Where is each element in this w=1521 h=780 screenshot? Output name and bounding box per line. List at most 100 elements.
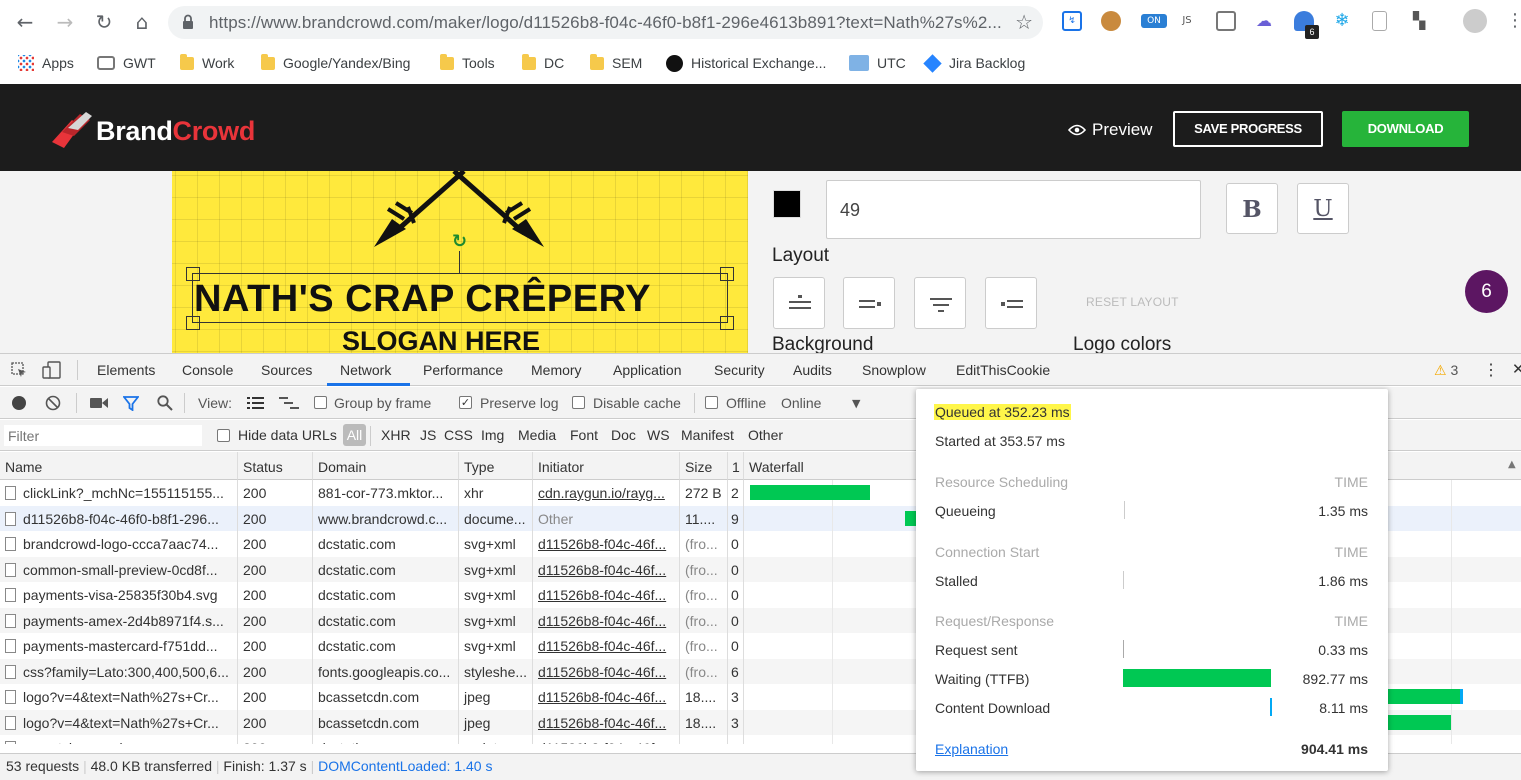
- warnings-counter[interactable]: ⚠ 3: [1434, 362, 1458, 379]
- cell-initiator[interactable]: d11526b8-f04c-46f...: [533, 735, 680, 744]
- layout-center-button[interactable]: [773, 277, 825, 329]
- tab-editthiscookie[interactable]: EditThisCookie: [956, 362, 1050, 378]
- explanation-link[interactable]: Explanation: [935, 741, 1008, 757]
- overview-icon[interactable]: [279, 397, 299, 409]
- cell-initiator[interactable]: d11526b8-f04c-46f...: [533, 684, 680, 710]
- tab-audits[interactable]: Audits: [793, 362, 832, 378]
- filter-ws[interactable]: WS: [647, 427, 670, 443]
- profile-avatar-icon[interactable]: [1463, 9, 1487, 33]
- logo-brand-name-text[interactable]: NATH'S CRAP CRÊPERY: [194, 278, 651, 321]
- bookmark-utc[interactable]: UTC: [849, 53, 906, 73]
- column-header-status[interactable]: Status: [238, 452, 313, 480]
- tab-security[interactable]: Security: [714, 362, 765, 378]
- notification-badge[interactable]: 6: [1465, 270, 1508, 313]
- layout-left-button[interactable]: [843, 277, 895, 329]
- address-bar[interactable]: https://www.brandcrowd.com/maker/logo/d1…: [168, 6, 1043, 39]
- reset-layout-button[interactable]: RESET LAYOUT: [1086, 295, 1179, 309]
- column-header-name[interactable]: Name: [0, 452, 238, 480]
- bookmark-apps[interactable]: Apps: [18, 53, 74, 73]
- bold-button[interactable]: B: [1226, 183, 1278, 234]
- cell-initiator[interactable]: d11526b8-f04c-46f...: [533, 658, 680, 684]
- filter-doc[interactable]: Doc: [611, 427, 636, 443]
- column-header-domain[interactable]: Domain: [313, 452, 459, 480]
- cell-initiator[interactable]: d11526b8-f04c-46f...: [533, 531, 680, 557]
- tab-performance[interactable]: Performance: [423, 362, 503, 378]
- bookmark-gwt[interactable]: GWT: [97, 53, 156, 73]
- tab-network[interactable]: Network: [340, 362, 391, 378]
- filter-xhr[interactable]: XHR: [381, 427, 411, 443]
- waterfall-bar[interactable]: [750, 485, 870, 500]
- cookie-icon[interactable]: [1101, 11, 1121, 31]
- column-header-type[interactable]: Type: [459, 452, 533, 480]
- tab-sources[interactable]: Sources: [261, 362, 312, 378]
- tab-memory[interactable]: Memory: [531, 362, 582, 378]
- throttling-select[interactable]: Online: [781, 395, 821, 411]
- image-icon[interactable]: [1216, 11, 1236, 31]
- waterfall-bar[interactable]: [1388, 715, 1451, 730]
- home-icon[interactable]: ⌂: [130, 10, 154, 34]
- cell-initiator[interactable]: Other: [533, 505, 680, 531]
- cell-initiator[interactable]: d11526b8-f04c-46f...: [533, 607, 680, 633]
- filter-img[interactable]: Img: [481, 427, 504, 443]
- download-button[interactable]: DOWNLOAD: [1342, 111, 1469, 147]
- text-color-swatch[interactable]: [773, 190, 801, 218]
- rotate-handle-icon[interactable]: ↻: [452, 231, 467, 252]
- forward-arrow-icon[interactable]: →: [53, 10, 77, 34]
- bookmark-work[interactable]: Work: [180, 53, 234, 73]
- brand-logo-text[interactable]: BrandCrowd: [96, 116, 255, 147]
- extension-on-icon[interactable]: ON: [1141, 14, 1167, 28]
- preserve-log-checkbox[interactable]: ✓: [459, 396, 472, 409]
- bookmark-historical-exchange[interactable]: Historical Exchange...: [666, 53, 826, 73]
- tab-application[interactable]: Application: [613, 362, 682, 378]
- record-icon[interactable]: [12, 396, 26, 410]
- filter-font[interactable]: Font: [570, 427, 598, 443]
- column-header-initiator[interactable]: Initiator: [533, 452, 680, 480]
- screenshot-camera-icon[interactable]: [90, 397, 108, 409]
- filter-funnel-icon[interactable]: [123, 396, 139, 411]
- offline-checkbox[interactable]: [705, 396, 718, 409]
- layout-right-button[interactable]: [985, 277, 1037, 329]
- waterfall-bar[interactable]: [1388, 689, 1460, 704]
- menu-kebab-icon[interactable]: ⋮: [1506, 11, 1521, 31]
- filter-manifest[interactable]: Manifest: [681, 427, 734, 443]
- resize-handle-bottom-right[interactable]: [720, 316, 734, 330]
- logo-slogan-text[interactable]: SLOGAN HERE: [342, 326, 540, 353]
- cell-initiator[interactable]: d11526b8-f04c-46f...: [533, 556, 680, 582]
- page-icon[interactable]: [1372, 11, 1387, 31]
- filter-input[interactable]: [4, 425, 202, 446]
- devtools-menu-icon[interactable]: ⋮: [1483, 360, 1499, 380]
- tab-snowplow[interactable]: Snowplow: [862, 362, 926, 378]
- filter-all[interactable]: All: [343, 424, 366, 446]
- cell-initiator[interactable]: d11526b8-f04c-46f...: [533, 582, 680, 608]
- bookmark-star-icon[interactable]: ☆: [1015, 10, 1033, 34]
- snowflake-icon[interactable]: ❄: [1332, 11, 1352, 31]
- underline-button[interactable]: U: [1297, 183, 1349, 234]
- tab-elements[interactable]: Elements: [97, 362, 155, 378]
- hide-data-urls-checkbox[interactable]: [217, 429, 230, 442]
- cell-initiator[interactable]: d11526b8-f04c-46f...: [533, 709, 680, 735]
- bookmark-google-yandex-bing[interactable]: Google/Yandex/Bing: [261, 53, 410, 73]
- column-header-size[interactable]: Size: [680, 452, 728, 480]
- filter-css[interactable]: CSS: [444, 427, 473, 443]
- clear-icon[interactable]: [45, 395, 61, 411]
- filter-js[interactable]: JS: [420, 427, 436, 443]
- pin-icon[interactable]: ▚: [1409, 11, 1429, 31]
- group-by-frame-checkbox[interactable]: [314, 396, 327, 409]
- preview-button[interactable]: Preview: [1068, 120, 1152, 140]
- inspect-element-icon[interactable]: [11, 362, 27, 378]
- layout-stack-button[interactable]: [914, 277, 966, 329]
- bookmark-tools[interactable]: Tools: [440, 53, 495, 73]
- close-icon[interactable]: ✕: [1512, 360, 1521, 378]
- filter-other[interactable]: Other: [748, 427, 783, 443]
- device-toolbar-icon[interactable]: [42, 361, 62, 379]
- cell-initiator[interactable]: d11526b8-f04c-46f...: [533, 633, 680, 659]
- back-arrow-icon[interactable]: ←: [13, 10, 37, 34]
- sort-arrow-icon[interactable]: ▲: [1508, 459, 1516, 470]
- disable-cache-checkbox[interactable]: [572, 396, 585, 409]
- cloud-icon[interactable]: ☁: [1254, 11, 1274, 31]
- dropdown-arrow-icon[interactable]: ▼: [852, 397, 860, 410]
- js-extension-icon[interactable]: JS: [1177, 11, 1197, 31]
- column-header-time[interactable]: 1: [728, 452, 744, 480]
- bookmark-jira-backlog[interactable]: Jira Backlog: [923, 53, 1025, 73]
- resize-handle-top-right[interactable]: [720, 267, 734, 281]
